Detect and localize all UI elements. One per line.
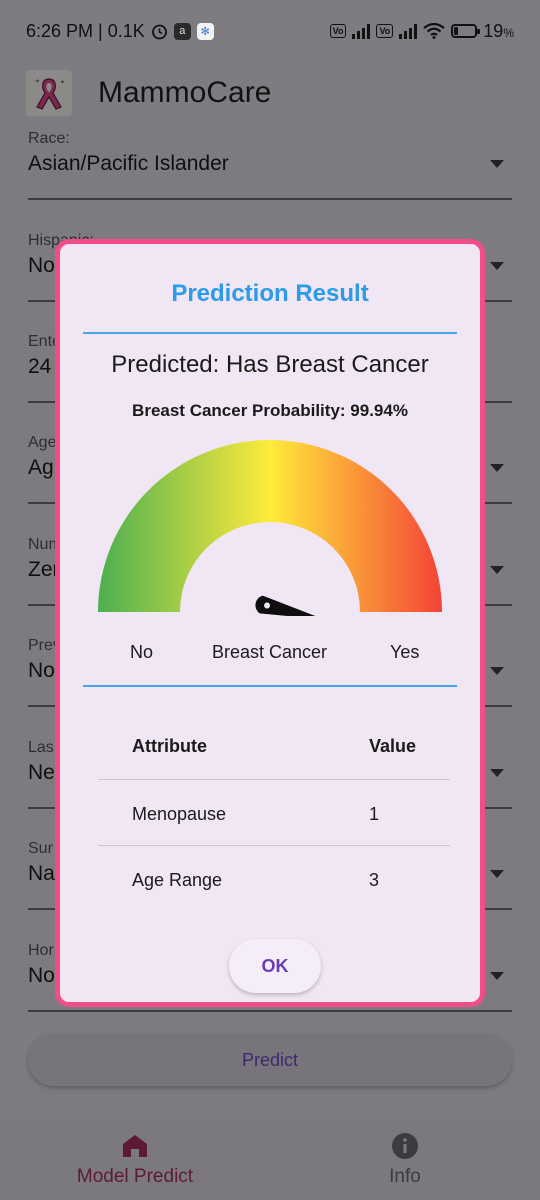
dropdown-arrow-icon: [490, 769, 504, 777]
svg-text:✦: ✦: [35, 78, 40, 85]
race-dropdown[interactable]: Race: Asian/Pacific Islander: [28, 124, 512, 200]
field-value: Ag: [28, 456, 54, 479]
dialog-title: Prediction Result: [171, 280, 369, 307]
table-header: Attribute Value: [98, 716, 450, 780]
home-icon: [121, 1132, 149, 1160]
value-cell: 3: [369, 870, 380, 890]
table-row: Age Range 3: [98, 846, 450, 912]
app-bar: ✦ ✦ MammoCare: [0, 62, 540, 124]
gauge-label-yes: Yes: [390, 642, 420, 662]
predict-button[interactable]: Predict: [28, 1034, 512, 1086]
field-label: Age: [28, 434, 57, 451]
field-value: 24: [28, 355, 52, 378]
status-bar: 6:26 PM | 0.1K a ✻ Vo Vo 19%: [0, 0, 540, 62]
battery-icon: [451, 24, 481, 38]
attribute-cell: Menopause: [132, 804, 227, 824]
field-value: Ne: [28, 761, 55, 784]
dropdown-arrow-icon: [490, 667, 504, 675]
attributes-table: Attribute Value Menopause 1 Age Range 3: [98, 716, 450, 912]
field-value: Na: [28, 862, 55, 885]
nav-label: Info: [389, 1166, 421, 1187]
field-label: Sur: [28, 840, 53, 857]
field-value: No: [28, 964, 55, 987]
divider: [83, 332, 457, 334]
field-label: Las: [28, 739, 54, 756]
status-right: Vo Vo 19%: [329, 21, 514, 42]
status-time: 6:26 PM | 0.1K: [26, 20, 145, 41]
dropdown-arrow-icon: [490, 972, 504, 980]
wifi-icon: [423, 23, 445, 39]
settings-app-icon: ✻: [196, 22, 214, 40]
header-value: Value: [369, 736, 417, 756]
dropdown-arrow-icon: [490, 464, 504, 472]
gauge-label-center: Breast Cancer: [212, 642, 328, 662]
amazon-app-icon: a: [173, 22, 191, 40]
field-value: Asian/Pacific Islander: [28, 152, 229, 175]
probability-gauge: [98, 440, 442, 616]
battery-value: 19: [483, 20, 504, 41]
alarm-icon: [151, 23, 168, 40]
divider: [83, 685, 457, 687]
dropdown-arrow-icon: [490, 870, 504, 878]
dropdown-arrow-icon: [490, 566, 504, 574]
dropdown-arrow-icon: [490, 262, 504, 270]
5g-icon: [399, 23, 418, 39]
field-value: No: [28, 254, 55, 277]
ok-button[interactable]: OK: [229, 939, 321, 993]
svg-text:✦: ✦: [60, 79, 65, 86]
battery-level: 19%: [483, 21, 514, 42]
signal-icon: [352, 23, 371, 39]
probability-text: Breast Cancer Probability: 99.94%: [132, 401, 408, 420]
battery-unit: %: [503, 25, 514, 40]
prediction-text: Predicted: Has Breast Cancer: [111, 351, 429, 378]
value-cell: 1: [369, 804, 380, 824]
nav-info[interactable]: Info: [270, 1118, 540, 1200]
info-icon: [391, 1132, 419, 1160]
volte-icon: Vo: [329, 24, 347, 38]
status-left: 6:26 PM | 0.1K a ✻: [26, 21, 214, 42]
volte-icon: Vo: [376, 24, 394, 38]
gauge-label-no: No: [130, 642, 154, 662]
attribute-cell: Age Range: [132, 870, 223, 890]
gauge-arc: [98, 440, 442, 612]
dropdown-arrow-icon: [490, 160, 504, 168]
nav-label: Model Predict: [76, 1166, 194, 1187]
gauge-needle: [255, 595, 325, 616]
pink-ribbon-icon: ✦ ✦: [26, 70, 72, 116]
field-label: Hor: [28, 942, 54, 959]
table-row: Menopause 1: [98, 780, 450, 846]
app-title: MammoCare: [98, 76, 272, 109]
field-value: No: [28, 659, 55, 682]
nav-model-predict[interactable]: Model Predict: [0, 1118, 270, 1200]
header-attribute: Attribute: [132, 736, 207, 756]
prediction-result-dialog: Prediction Result Predicted: Has Breast …: [55, 239, 485, 1007]
bottom-nav: Model Predict Info: [0, 1118, 540, 1200]
field-label: Race:: [28, 130, 70, 147]
